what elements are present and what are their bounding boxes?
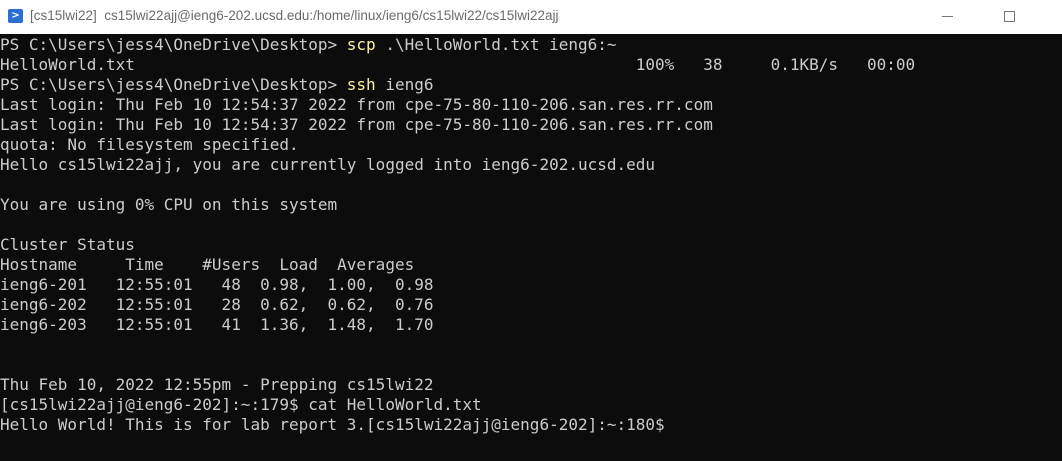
terminal-line: Hello cs15lwi22ajj, you are currently lo… [0, 155, 656, 174]
terminal-line: You are using 0% CPU on this system [0, 195, 338, 214]
terminal-line: Last login: Thu Feb 10 12:54:37 2022 fro… [0, 115, 713, 134]
minimize-button[interactable] [924, 0, 970, 34]
terminal-line: Hello World! This is for lab report 3.[c… [0, 415, 665, 434]
cluster-status-heading: Cluster Status [0, 235, 135, 254]
terminal-line: Thu Feb 10, 2022 12:55pm - Prepping cs15… [0, 375, 434, 394]
terminal-line: [cs15lwi22ajj@ieng6-202]:~:179$ cat Hell… [0, 395, 482, 414]
terminal-line: quota: No filesystem specified. [0, 135, 299, 154]
title-bar: > [cs15lwi22] cs15lwi22ajj@ieng6-202.ucs… [0, 0, 1062, 34]
command: scp [346, 35, 376, 54]
window-title: [cs15lwi22] cs15lwi22ajj@ieng6-202.ucsd.… [30, 8, 559, 23]
terminal-line: PS C:\Users\jess4\OneDrive\Desktop> scp … [0, 35, 1062, 55]
command: ssh [346, 75, 376, 94]
cluster-table-row: ieng6-203 12:55:01 41 1.36, 1.48, 1.70 [0, 315, 434, 334]
terminal-output[interactable]: PS C:\Users\jess4\OneDrive\Desktop> scp … [0, 34, 1062, 461]
command-args: .\HelloWorld.txt ieng6:~ [375, 35, 617, 54]
maximize-button[interactable] [987, 0, 1033, 34]
cluster-table-header: Hostname Time #Users Load Averages [0, 255, 415, 274]
prompt: PS C:\Users\jess4\OneDrive\Desktop> [0, 75, 347, 94]
terminal-line: Last login: Thu Feb 10 12:54:37 2022 fro… [0, 95, 713, 114]
terminal-line: PS C:\Users\jess4\OneDrive\Desktop> ssh … [0, 75, 1062, 95]
prompt: PS C:\Users\jess4\OneDrive\Desktop> [0, 35, 347, 54]
command-args: ieng6 [375, 75, 434, 94]
transfer-progress: HelloWorld.txt 100% 38 0.1KB/s 00:00 [0, 55, 916, 74]
cluster-table-row: ieng6-202 12:55:01 28 0.62, 0.62, 0.76 [0, 295, 434, 314]
cluster-table-row: ieng6-201 12:55:01 48 0.98, 1.00, 0.98 [0, 275, 434, 294]
powershell-icon: > [8, 9, 23, 23]
